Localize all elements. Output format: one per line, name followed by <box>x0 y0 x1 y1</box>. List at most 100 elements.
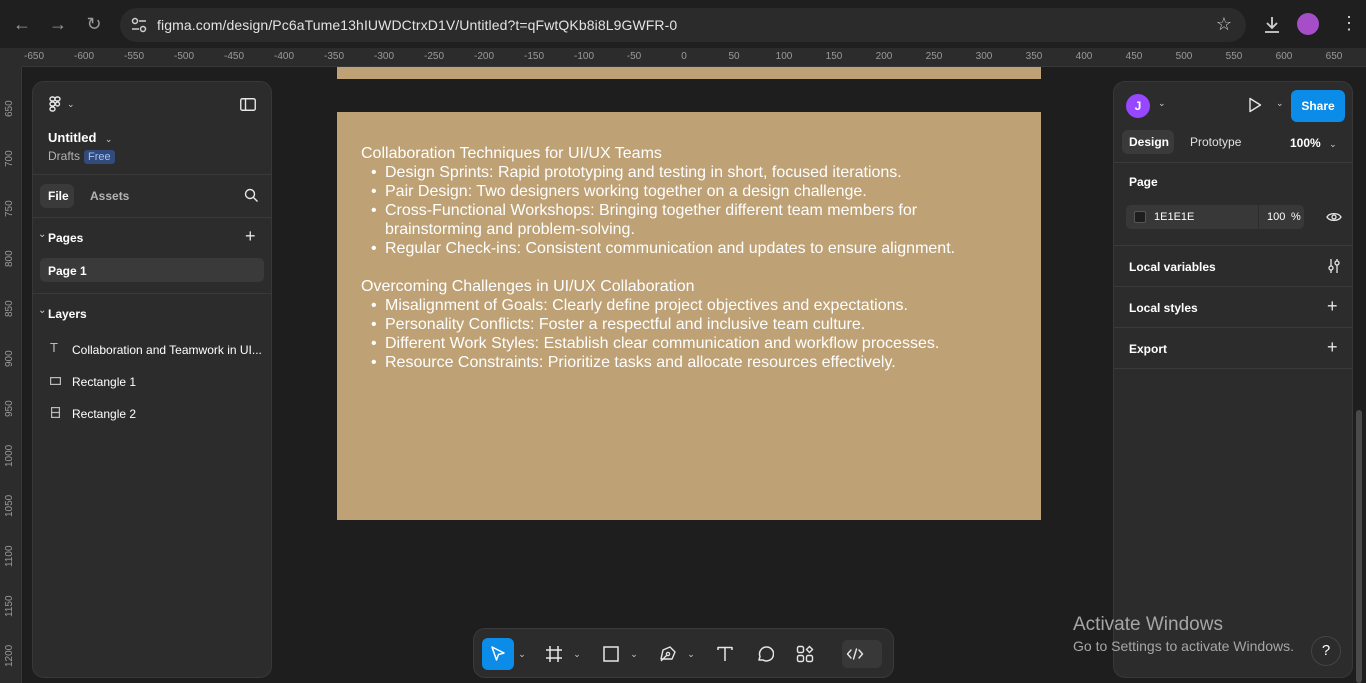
zoom-dropdown[interactable]: 100% ⌄ <box>1290 134 1337 152</box>
add-export-icon[interactable]: + <box>1327 337 1338 358</box>
bullet-list: Misalignment of Goals: Clearly define pr… <box>361 296 1017 372</box>
actions-button[interactable] <box>791 638 819 670</box>
user-avatar[interactable]: J <box>1126 94 1150 118</box>
variables-sliders-icon[interactable] <box>1327 258 1341 274</box>
ruler-tick-label: -150 <box>523 51 545 62</box>
text-tool-button[interactable] <box>711 638 739 670</box>
ruler-tick-label: -650 <box>23 51 45 62</box>
rectangle-2[interactable] <box>337 67 1041 79</box>
chevron-down-icon[interactable]: ⌄ <box>1158 98 1166 109</box>
ruler-tick-label: 700 <box>4 150 15 167</box>
tab-prototype[interactable]: Prototype <box>1190 135 1241 149</box>
ruler-corner <box>0 49 22 67</box>
ruler-tick-label: -500 <box>173 51 195 62</box>
main-menu-button[interactable]: ⌄ <box>49 96 75 112</box>
ruler-tick-label: -450 <box>223 51 245 62</box>
scrollbar[interactable] <box>1356 410 1362 683</box>
pages-heading[interactable]: Pages <box>48 231 83 245</box>
frame-tool-button[interactable] <box>540 638 568 670</box>
widgets-grid-icon <box>796 645 814 663</box>
collaboration-text-layer[interactable]: Collaboration Techniques for UI/UX Teams… <box>361 144 1017 372</box>
forward-icon[interactable]: → <box>48 14 68 34</box>
ruler-tick-label: 600 <box>1275 51 1293 62</box>
site-settings-icon[interactable] <box>130 16 148 34</box>
ruler-tick-label: 850 <box>4 300 15 317</box>
move-tool-button[interactable] <box>482 638 514 670</box>
back-icon[interactable]: ← <box>12 14 32 34</box>
move-tool-dropdown[interactable]: ⌄ <box>517 638 527 670</box>
drafts-link[interactable]: Drafts <box>48 149 80 163</box>
layer-row[interactable]: Rectangle 2 <box>33 401 271 425</box>
chevron-down-icon: ⌄ <box>67 98 75 109</box>
figma-logo-icon <box>49 96 61 112</box>
plan-badge[interactable]: Free <box>84 150 115 164</box>
page-section-title: Page <box>1129 175 1158 189</box>
add-page-icon[interactable]: + <box>245 226 256 247</box>
eye-icon[interactable] <box>1326 211 1342 223</box>
list-item: Design Sprints: Rapid prototyping and te… <box>361 163 1017 182</box>
ruler-tick-label: 500 <box>1175 51 1193 62</box>
url-text: figma.com/design/Pc6aTume13hIUWDCtrxD1V/… <box>157 17 678 33</box>
ruler-tick-label: 650 <box>1325 51 1343 62</box>
page-background-field[interactable]: 1E1E1E 100 % <box>1126 205 1304 229</box>
comment-tool-button[interactable] <box>751 638 779 670</box>
reload-icon[interactable]: ↻ <box>84 14 104 34</box>
activation-title: Activate Windows <box>1073 614 1223 635</box>
tab-assets[interactable]: Assets <box>90 189 129 203</box>
list-item: Regular Check-ins: Consistent communicat… <box>361 239 1017 258</box>
ruler-tick-label: 800 <box>4 250 15 267</box>
ruler-tick-label: 200 <box>875 51 893 62</box>
layer-row[interactable]: T Collaboration and Teamwork in UI... <box>33 337 271 361</box>
ruler-tick-label: 300 <box>975 51 993 62</box>
chevron-down-icon[interactable]: ⌄ <box>38 305 46 316</box>
layer-row[interactable]: Rectangle 1 <box>33 369 271 393</box>
layers-heading[interactable]: Layers <box>48 307 87 321</box>
download-icon[interactable] <box>1260 13 1284 37</box>
page-color-value[interactable]: 1E1E1E <box>1154 211 1194 223</box>
bookmark-star-icon[interactable]: ☆ <box>1216 14 1232 35</box>
add-style-icon[interactable]: + <box>1327 296 1338 317</box>
code-brackets-icon <box>846 648 864 660</box>
export-label[interactable]: Export <box>1129 342 1167 356</box>
tab-design[interactable]: Design <box>1122 130 1174 154</box>
search-icon[interactable] <box>244 188 259 203</box>
help-button[interactable]: ? <box>1311 636 1341 666</box>
ruler-tick-label: 1200 <box>4 644 15 667</box>
address-bar[interactable]: figma.com/design/Pc6aTume13hIUWDCtrxD1V/… <box>120 8 1246 42</box>
share-button[interactable]: Share <box>1291 90 1345 122</box>
list-item: Misalignment of Goals: Clearly define pr… <box>361 296 1017 315</box>
ruler-tick-label: 550 <box>1225 51 1243 62</box>
ruler-tick-label: -300 <box>373 51 395 62</box>
ruler-tick-label: 0 <box>681 51 687 62</box>
local-variables-label[interactable]: Local variables <box>1129 260 1216 274</box>
layer-name: Rectangle 1 <box>72 375 137 389</box>
file-name-menu[interactable]: Untitled ⌄ <box>48 129 112 147</box>
section-heading: Collaboration Techniques for UI/UX Teams <box>361 145 662 162</box>
divider <box>1114 368 1352 369</box>
browser-menu-icon[interactable]: ⋮ <box>1337 13 1361 37</box>
rectangle-layer-icon <box>50 377 61 385</box>
tab-file[interactable]: File <box>40 184 74 208</box>
local-styles-label[interactable]: Local styles <box>1129 301 1198 315</box>
windows-activation-notice: Activate Windows Go to Settings to activ… <box>1073 614 1294 654</box>
profile-avatar[interactable] <box>1297 13 1319 35</box>
section-heading: Overcoming Challenges in UI/UX Collabora… <box>361 278 695 295</box>
tab-design-label: Design <box>1129 135 1170 149</box>
present-play-icon[interactable] <box>1248 97 1262 113</box>
field-divider <box>1258 205 1259 229</box>
rectangle-1[interactable]: Collaboration Techniques for UI/UX Teams… <box>337 112 1041 520</box>
ruler-tick-label: -550 <box>123 51 145 62</box>
shape-tool-button[interactable] <box>597 638 625 670</box>
page-opacity-value[interactable]: 100 <box>1267 211 1285 223</box>
chevron-down-icon[interactable]: ⌄ <box>38 229 46 240</box>
dev-mode-toggle[interactable] <box>842 640 882 668</box>
toggle-sidebar-icon[interactable] <box>240 98 256 111</box>
pen-tool-button[interactable] <box>654 638 682 670</box>
shape-tool-dropdown[interactable]: ⌄ <box>629 638 639 670</box>
page-list-item[interactable]: Page 1 <box>40 258 264 282</box>
frame-tool-dropdown[interactable]: ⌄ <box>572 638 582 670</box>
color-swatch[interactable] <box>1134 211 1146 223</box>
chevron-down-icon[interactable]: ⌄ <box>1276 98 1284 109</box>
list-item: Cross-Functional Workshops: Bringing tog… <box>361 201 1017 239</box>
pen-tool-dropdown[interactable]: ⌄ <box>686 638 696 670</box>
